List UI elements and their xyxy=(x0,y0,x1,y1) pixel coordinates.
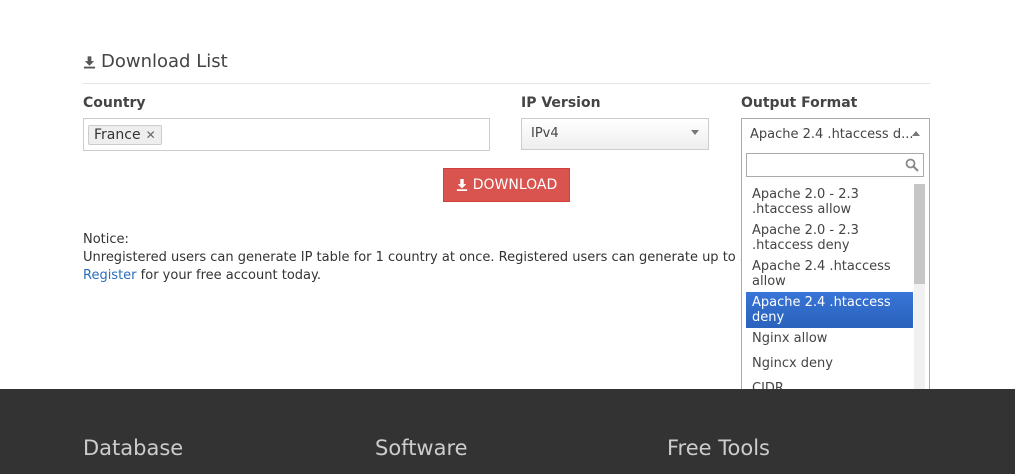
dropdown-option[interactable]: Apache 2.4 .htaccess allow xyxy=(746,256,913,292)
ip-version-value: IPv4 xyxy=(531,126,559,141)
footer-software-heading: Software xyxy=(375,436,468,460)
ip-version-label: IP Version xyxy=(521,95,601,111)
country-label: Country xyxy=(83,95,146,111)
download-icon xyxy=(83,55,96,68)
chevron-down-icon xyxy=(691,130,699,135)
country-tag-label: France xyxy=(94,127,141,143)
footer: Database Software Free Tools xyxy=(0,389,1015,474)
dropdown-option[interactable]: Ngincx deny xyxy=(746,353,913,378)
footer-free-tools-heading: Free Tools xyxy=(667,436,770,460)
notice-heading: Notice: xyxy=(83,232,129,247)
notice-text: Unregistered users can generate IP table… xyxy=(83,250,741,265)
country-multiselect[interactable]: France ✕ xyxy=(83,118,490,151)
output-format-label: Output Format xyxy=(741,95,858,111)
section-title-text: Download List xyxy=(101,51,228,72)
option-list: Apache 2.0 - 2.3 .htaccess allow Apache 2… xyxy=(746,184,913,403)
dropdown-search-input[interactable] xyxy=(746,153,924,177)
download-button[interactable]: DOWNLOAD xyxy=(443,168,570,202)
notice: Notice: Unregistered users can generate … xyxy=(83,231,741,285)
section-title: Download List xyxy=(83,51,228,72)
output-format-value: Apache 2.4 .htaccess d... xyxy=(750,127,914,142)
register-suffix: for your free account today. xyxy=(136,268,321,283)
scrollbar-thumb[interactable] xyxy=(914,184,925,284)
dropdown-option[interactable]: Apache 2.0 - 2.3 .htaccess allow xyxy=(746,184,913,220)
chevron-up-icon xyxy=(912,131,920,136)
dropdown-option[interactable]: Apache 2.0 - 2.3 .htaccess deny xyxy=(746,220,913,256)
register-link[interactable]: Register xyxy=(83,268,137,283)
output-format-select[interactable]: Apache 2.4 .htaccess d... xyxy=(742,119,929,151)
remove-tag-icon[interactable]: ✕ xyxy=(146,125,156,145)
dropdown-option[interactable]: Nginx allow xyxy=(746,328,913,353)
country-tag: France ✕ xyxy=(88,125,162,145)
download-icon xyxy=(456,179,467,191)
search-icon xyxy=(905,158,919,172)
dropdown-scrollbar[interactable] xyxy=(914,184,925,424)
title-divider xyxy=(83,83,930,84)
download-button-label: DOWNLOAD xyxy=(472,177,558,193)
dropdown-option[interactable]: Apache 2.4 .htaccess deny xyxy=(746,292,913,328)
output-format-dropdown[interactable]: Apache 2.4 .htaccess d... Apache 2.0 - 2… xyxy=(741,118,930,429)
ip-version-select[interactable]: IPv4 xyxy=(521,118,709,150)
notice-register-line: Register for your free account today. xyxy=(83,267,741,285)
footer-database-heading: Database xyxy=(83,436,184,460)
